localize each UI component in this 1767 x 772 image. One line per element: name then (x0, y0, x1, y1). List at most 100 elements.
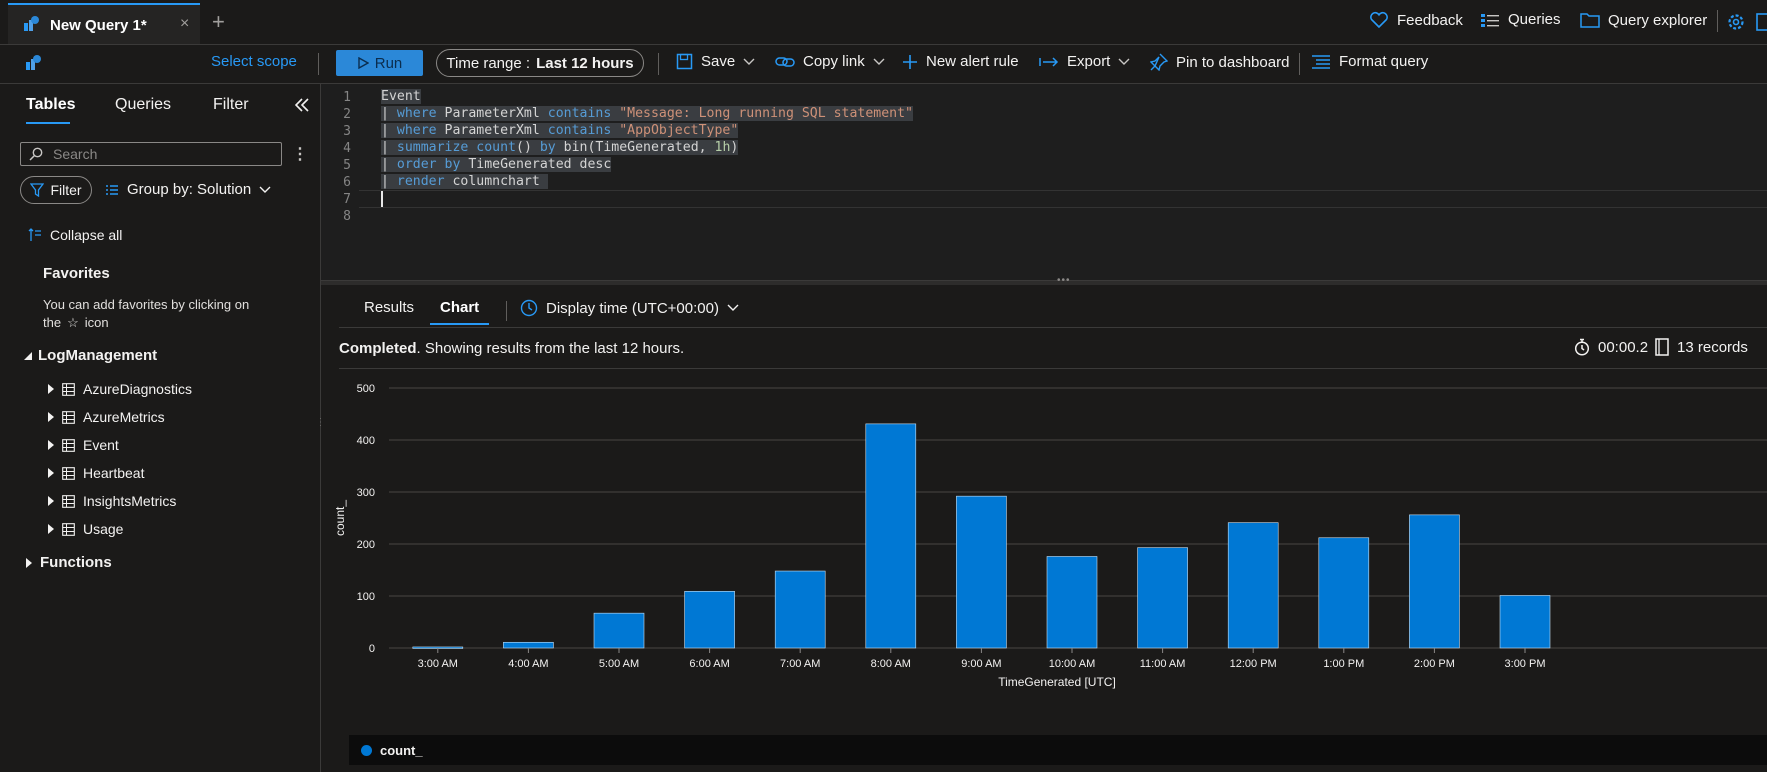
time-range-picker[interactable]: Time range : Last 12 hours (436, 49, 644, 77)
save-icon (676, 53, 693, 70)
elapsed-value: 00:00.2 (1598, 338, 1649, 356)
select-scope-link[interactable]: Select scope (211, 53, 297, 70)
toolbar-divider (1299, 53, 1300, 75)
code-text: | (381, 157, 397, 172)
collapse-panel-icon[interactable] (295, 98, 309, 112)
code-string: "AppObjectType" (611, 123, 739, 138)
status-text: Completed. Showing results from the last… (339, 340, 684, 357)
table-item-heartbeat[interactable]: Heartbeat (48, 465, 144, 481)
search-box (20, 142, 282, 166)
code-line: | order by TimeGenerated desc (381, 157, 612, 172)
bar[interactable] (774, 570, 826, 649)
bar[interactable] (1227, 522, 1279, 649)
line-number: 4 (343, 141, 351, 156)
chevron-down-icon (1118, 58, 1130, 66)
table-name: AzureMetrics (83, 409, 165, 425)
table-item-event[interactable]: Event (48, 437, 119, 453)
table-item-usage[interactable]: Usage (48, 521, 123, 537)
export-button[interactable]: Export (1039, 53, 1130, 70)
bar[interactable] (1137, 547, 1188, 649)
query-editor[interactable]: 1 2 3 4 5 6 7 8 Event | where ParameterX… (321, 84, 1767, 280)
table-item-insightsmetrics[interactable]: InsightsMetrics (48, 493, 176, 509)
copy-link-button[interactable]: Copy link (775, 53, 885, 70)
format-query-button[interactable]: Format query (1311, 53, 1428, 70)
tab-chart[interactable]: Chart (440, 299, 479, 316)
line-number: 2 (343, 107, 351, 122)
code-string: "Message: Long running SQL statement" (611, 106, 913, 121)
collapse-all-icon (28, 228, 42, 242)
bar[interactable] (956, 495, 1007, 649)
panel-icon[interactable] (1756, 12, 1767, 32)
feedback-label: Feedback (1397, 11, 1463, 29)
x-tick-label: 9:00 AM (961, 658, 1001, 670)
code-text: | (381, 140, 397, 155)
code-keyword: contains (547, 123, 612, 138)
save-button[interactable]: Save (676, 53, 755, 70)
panel-resize-handle[interactable]: ⋮ (316, 418, 326, 440)
collapse-all-button[interactable]: Collapse all (28, 227, 122, 243)
x-tick-label: 8:00 AM (871, 658, 911, 670)
line-number: 1 (343, 90, 351, 105)
queries-button[interactable]: Queries (1480, 11, 1561, 28)
legend-label: count_ (380, 742, 423, 758)
feedback-button[interactable]: Feedback (1369, 11, 1463, 29)
functions-group[interactable]: Functions (26, 554, 112, 571)
table-item-azurediagnostics[interactable]: AzureDiagnostics (48, 381, 192, 397)
tab-new-query[interactable]: New Query 1* × (8, 3, 200, 44)
favorites-hint-the: the (43, 315, 62, 330)
table-name: Usage (83, 521, 124, 537)
search-input[interactable] (51, 145, 255, 163)
y-tick-label: 500 (357, 383, 375, 395)
line-number: 5 (343, 158, 351, 173)
chevron-down-icon (873, 58, 885, 66)
favorites-heading: Favorites (43, 265, 110, 282)
bar[interactable] (865, 423, 917, 649)
bar[interactable] (593, 612, 645, 649)
x-tick-label: 1:00 PM (1323, 658, 1364, 670)
filter-label: Filter (50, 182, 82, 198)
log-management-group[interactable]: LogManagement (24, 347, 157, 364)
add-tab-icon[interactable]: + (212, 9, 225, 35)
filter-button[interactable]: Filter (20, 176, 92, 204)
code-text: | (381, 106, 397, 121)
expanded-caret-icon (24, 351, 32, 360)
run-label: Run (374, 54, 403, 72)
code-keyword: count (468, 140, 516, 155)
query-explorer-button[interactable]: Query explorer (1580, 11, 1707, 29)
close-tab-icon[interactable]: × (180, 15, 189, 33)
bar[interactable] (1318, 537, 1370, 649)
table-item-azuremetrics[interactable]: AzureMetrics (48, 409, 165, 425)
bar[interactable] (684, 591, 735, 649)
code-text: ) (730, 140, 739, 155)
tab-tables[interactable]: Tables (26, 96, 76, 114)
x-tick-label: 5:00 AM (599, 658, 639, 670)
run-button[interactable]: Run (336, 50, 423, 76)
x-tick-label: 6:00 AM (689, 658, 729, 670)
tab-filter[interactable]: Filter (213, 96, 249, 114)
tab-results[interactable]: Results (364, 299, 414, 316)
favorites-hint-icon: icon (84, 315, 109, 330)
status-message: . Showing results from the last 12 hours… (416, 340, 685, 357)
more-options-icon[interactable]: ⋮ (292, 144, 308, 164)
legend-swatch[interactable] (361, 744, 372, 756)
bar[interactable] (1046, 556, 1098, 649)
bar[interactable] (1499, 595, 1551, 649)
bar[interactable] (503, 641, 554, 649)
x-tick-label: 12:00 PM (1230, 658, 1277, 670)
code-keyword: where (396, 123, 437, 138)
bar[interactable] (1409, 514, 1460, 649)
y-tick-label: 200 (357, 539, 375, 551)
tab-queries[interactable]: Queries (115, 96, 171, 114)
line-number: 8 (343, 209, 351, 224)
new-alert-rule-button[interactable]: New alert rule (902, 53, 1019, 70)
collapse-all-label: Collapse all (50, 227, 123, 243)
chart-legend: count_ (349, 735, 1767, 765)
x-tick-label: 7:00 AM (780, 658, 820, 670)
settings-gear-icon[interactable] (1726, 12, 1746, 32)
group-by-dropdown[interactable]: Group by: Solution (105, 181, 271, 198)
display-time-dropdown[interactable]: Display time (UTC+00:00) (520, 299, 739, 317)
pin-to-dashboard-button[interactable]: Pin to dashboard (1150, 53, 1289, 71)
display-time-label: Display time (UTC+00:00) (546, 299, 719, 317)
line-number: 3 (343, 124, 351, 139)
funnel-icon (30, 183, 45, 197)
